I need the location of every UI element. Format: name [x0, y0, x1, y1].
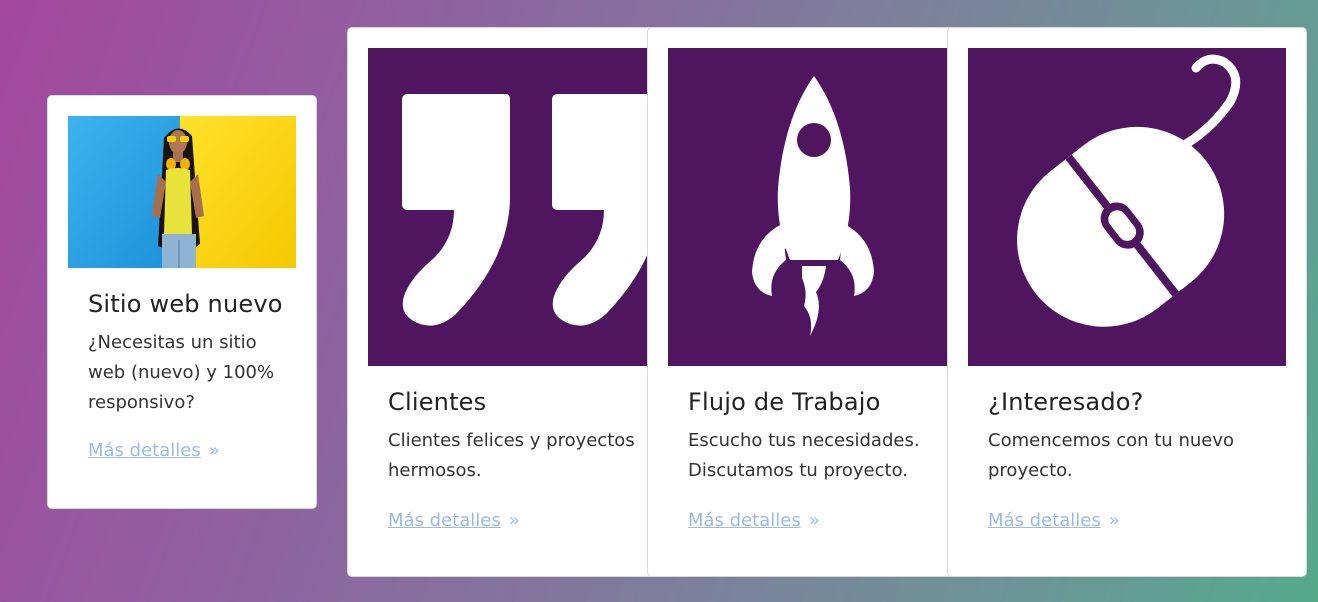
card-icon-tile — [368, 48, 656, 366]
card-title: Clientes — [388, 388, 487, 416]
more-details-label: Más detalles — [988, 510, 1101, 531]
service-card-interested: ¿Interesado? Comencemos con tu nuevo pro… — [947, 27, 1307, 577]
more-details-link[interactable]: Más detalles » — [388, 510, 520, 531]
card-text: Clientes felices y proyectos hermosos. — [388, 430, 635, 481]
card-title: Sitio web nuevo — [88, 290, 283, 318]
more-details-label: Más detalles — [388, 510, 501, 531]
more-details-label: Más detalles — [88, 440, 201, 461]
more-details-label: Más detalles — [688, 510, 801, 531]
service-card-workflow: Flujo de Trabajo Escucho tus necesidades… — [647, 27, 957, 577]
card-image — [68, 116, 296, 268]
card-icon-tile — [668, 48, 956, 366]
card-title: ¿Interesado? — [988, 388, 1144, 416]
chevron-double-right-icon: » — [508, 510, 520, 531]
service-card-website: Sitio web nuevo ¿Necesitas un sitio web … — [47, 95, 317, 509]
woman-photo — [68, 116, 296, 268]
service-card-clients: Clientes Clientes felices y proyectos he… — [347, 27, 657, 577]
mouse-icon — [1017, 54, 1241, 327]
card-text: Comencemos con tu nuevo proyecto. — [988, 430, 1234, 481]
rocket-icon — [752, 76, 874, 336]
more-details-link[interactable]: Más detalles » — [988, 510, 1120, 531]
card-text: ¿Necesitas un sitio web (nuevo) y 100% r… — [88, 332, 275, 413]
chevron-double-right-icon: » — [1108, 510, 1120, 531]
card-title: Flujo de Trabajo — [688, 388, 881, 416]
more-details-link[interactable]: Más detalles » — [88, 440, 220, 461]
card-text: Escucho tus necesidades. Discutamos tu p… — [688, 430, 920, 481]
chevron-double-right-icon: » — [808, 510, 820, 531]
chevron-double-right-icon: » — [208, 440, 220, 461]
more-details-link[interactable]: Más detalles » — [688, 510, 820, 531]
card-icon-tile — [968, 48, 1286, 366]
quote-icon — [402, 94, 656, 326]
